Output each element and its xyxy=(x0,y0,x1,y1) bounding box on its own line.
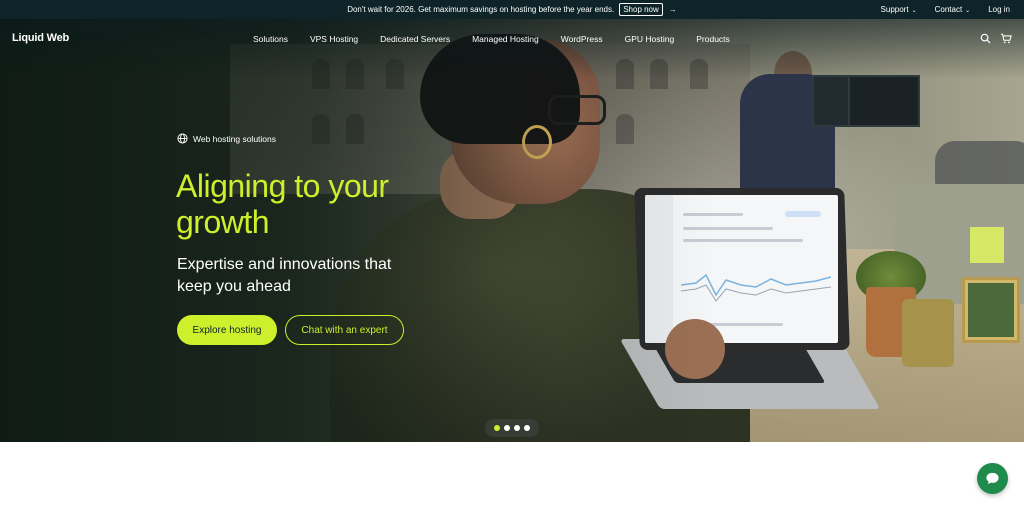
support-label: Support xyxy=(880,5,909,14)
promo-message: Don't wait for 2026. Get maximum savings… xyxy=(347,5,615,14)
promo-bar: Don't wait for 2026. Get maximum savings… xyxy=(0,0,1024,19)
support-menu[interactable]: Support ⌄ xyxy=(881,5,917,14)
promo-message-group: Don't wait for 2026. Get maximum savings… xyxy=(0,3,1024,16)
chevron-down-icon: ⌄ xyxy=(911,8,917,14)
utility-links: Support ⌄ Contact ⌄ Log in xyxy=(881,5,1010,14)
main-nav: Liquid Web Solutions VPS Hosting Dedicat… xyxy=(0,19,1024,59)
arrow-right-icon: → xyxy=(668,5,677,14)
contact-menu[interactable]: Contact ⌄ xyxy=(935,5,971,14)
contact-label: Contact xyxy=(934,5,963,14)
carousel-dot[interactable] xyxy=(504,425,510,431)
carousel-dot[interactable] xyxy=(524,425,530,431)
cart-icon[interactable] xyxy=(1000,33,1012,44)
chat-with-expert-button[interactable]: Chat with an expert xyxy=(285,315,404,345)
carousel-dot[interactable] xyxy=(514,425,520,431)
hero-overlay xyxy=(0,19,1024,442)
nav-item-products[interactable]: Products xyxy=(696,34,730,44)
shop-now-button[interactable]: Shop now xyxy=(619,3,663,16)
nav-links: Solutions VPS Hosting Dedicated Servers … xyxy=(253,34,752,44)
hero-section xyxy=(0,19,1024,442)
eyebrow-label: Web hosting solutions xyxy=(193,133,277,144)
nav-icons xyxy=(980,33,1012,44)
nav-item-dedicated-servers[interactable]: Dedicated Servers xyxy=(380,34,450,44)
explore-hosting-button[interactable]: Explore hosting xyxy=(177,315,277,345)
hero-headline: Aligning to your growth xyxy=(176,168,496,240)
nav-item-gpu-hosting[interactable]: GPU Hosting xyxy=(625,34,675,44)
headline-line-2: growth xyxy=(176,204,270,240)
chat-widget-button[interactable] xyxy=(977,463,1008,494)
chat-bubble-icon xyxy=(986,472,999,485)
subhead-line-2: keep you ahead xyxy=(177,278,291,295)
globe-icon xyxy=(177,133,188,144)
nav-item-wordpress[interactable]: WordPress xyxy=(561,34,603,44)
login-link[interactable]: Log in xyxy=(988,5,1010,14)
logo[interactable]: Liquid Web xyxy=(12,32,69,44)
nav-item-vps-hosting[interactable]: VPS Hosting xyxy=(310,34,358,44)
carousel-indicator xyxy=(485,419,539,437)
carousel-dot[interactable] xyxy=(494,425,500,431)
search-icon[interactable] xyxy=(980,33,991,44)
subhead-line-1: Expertise and innovations that xyxy=(177,256,392,273)
hero-eyebrow: Web hosting solutions xyxy=(177,133,276,144)
hero-subhead: Expertise and innovations that keep you … xyxy=(177,254,477,298)
chevron-down-icon: ⌄ xyxy=(965,8,971,14)
headline-line-1: Aligning to your xyxy=(176,168,389,204)
page: Don't wait for 2026. Get maximum savings… xyxy=(0,0,1024,510)
nav-item-managed-hosting[interactable]: Managed Hosting xyxy=(472,34,539,44)
nav-item-solutions[interactable]: Solutions xyxy=(253,34,288,44)
